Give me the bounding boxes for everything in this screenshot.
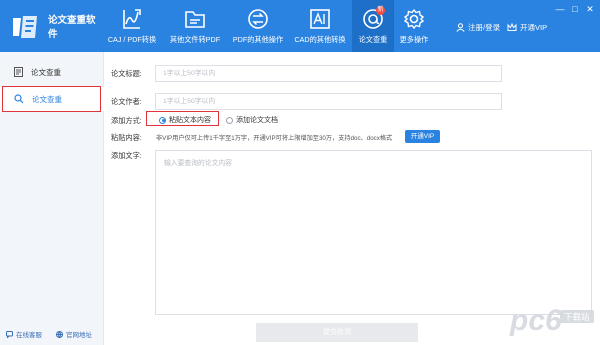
nav-more-ops[interactable]: 更多操作 xyxy=(396,0,432,52)
official-site-label: 官网地址 xyxy=(66,332,92,339)
crown-icon xyxy=(507,23,517,31)
method-label: 添加方式: xyxy=(111,116,142,125)
nav-cad-other-convert[interactable]: CAD的其他转换 xyxy=(290,0,350,52)
app-logo-icon xyxy=(10,12,40,42)
online-service-link[interactable]: 在线客服 xyxy=(6,329,42,339)
watermark-brand: pc6 xyxy=(509,304,562,337)
official-site-link[interactable]: 官网地址 xyxy=(56,329,92,339)
nav-label: CAJ / PDF转换 xyxy=(107,35,157,44)
user-icon xyxy=(456,23,465,32)
swap-icon xyxy=(245,7,271,31)
title-label: 论文标题: xyxy=(111,69,142,78)
sidebar-item-label: 论文查重 xyxy=(31,67,61,77)
radio-upload-doc[interactable]: 添加论文文档 xyxy=(226,115,278,125)
content-placeholder: 输入要查询的论文内容 xyxy=(164,160,232,167)
radio-upload-label: 添加论文文档 xyxy=(236,117,278,124)
method-highlight xyxy=(146,111,219,126)
nav-paper-check[interactable]: 论文查重 新 xyxy=(352,0,394,52)
vip-label: 开通VIP xyxy=(520,23,548,32)
nav-label: 论文查重 xyxy=(358,35,388,44)
watermark-sub: 下载站 xyxy=(564,312,590,322)
paste-note: 非VIP用户仅可上传1千字至1万字，开通VIP可将上限增加至30万，支持doc、… xyxy=(156,135,393,142)
close-button[interactable]: ✕ xyxy=(585,4,595,15)
maximize-button[interactable]: □ xyxy=(570,4,580,14)
nav-caj-pdf-convert[interactable]: CAJ / PDF转换 xyxy=(104,0,160,52)
title-input[interactable]: 1字以上50字以内 xyxy=(155,65,502,82)
paste-label: 粘贴内容: xyxy=(111,133,142,142)
top-bar: 论文查重软件 CAJ / PDF转换 其他文件转PDF PDF的其他操作 CAD… xyxy=(0,0,600,52)
nav-pdf-other-ops[interactable]: PDF的其他操作 xyxy=(228,0,288,52)
document-icon xyxy=(14,67,23,77)
minimize-button[interactable]: — xyxy=(555,4,565,14)
nav-other-to-pdf[interactable]: 其他文件转PDF xyxy=(164,0,226,52)
author-input[interactable]: 1字以上50字以内 xyxy=(155,93,502,110)
nav-label: 其他文件转PDF xyxy=(169,35,221,44)
submit-button[interactable]: 提交检测 xyxy=(256,323,418,342)
chat-icon xyxy=(6,330,13,338)
text-label: 添加文字: xyxy=(111,151,142,160)
login-label: 注册/登录 xyxy=(468,23,501,32)
sidebar-item-paper-check[interactable]: 论文查重 xyxy=(0,60,104,84)
author-label: 论文作者: xyxy=(111,97,142,106)
radio-unselected-icon xyxy=(226,116,233,124)
nav-label: 更多操作 xyxy=(399,35,429,44)
pc6-watermark: pc6 下载站 xyxy=(508,296,598,341)
cad-icon xyxy=(307,7,333,31)
sidebar-highlight xyxy=(2,86,101,112)
nav-label: CAD的其他转换 xyxy=(294,35,346,44)
online-service-label: 在线客服 xyxy=(16,332,42,339)
new-badge: 新 xyxy=(376,6,385,15)
app-title: 论文查重软件 xyxy=(48,15,96,40)
pdf-convert-icon xyxy=(119,7,145,31)
gear-icon xyxy=(401,7,427,31)
login-link[interactable]: 注册/登录 xyxy=(456,22,500,33)
open-vip-button[interactable]: 开通VIP xyxy=(405,130,440,143)
globe-icon xyxy=(56,330,63,338)
content-textarea[interactable]: 输入要查询的论文内容 xyxy=(155,150,592,315)
vip-link[interactable]: 开通VIP xyxy=(507,22,547,33)
nav-label: PDF的其他操作 xyxy=(232,35,284,44)
folder-icon xyxy=(182,7,208,31)
